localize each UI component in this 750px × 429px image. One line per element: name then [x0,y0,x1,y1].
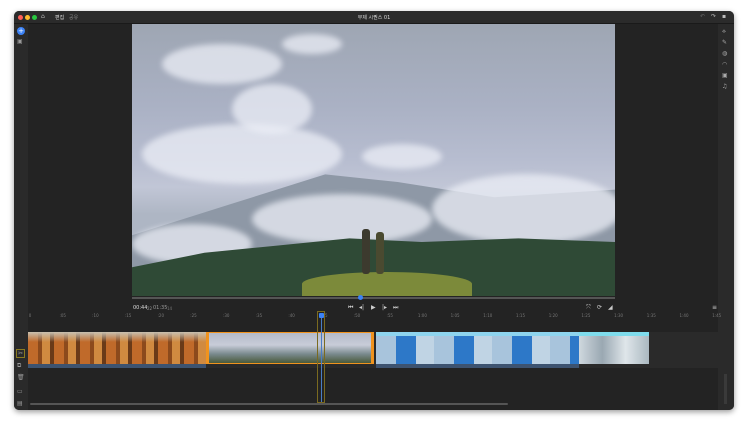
timeline-clip-snowy-river[interactable] [376,332,579,364]
ruler-tick-label: :10 [92,313,99,318]
right-toolbar: ⟡ ✎ ◍ ◠ ▣ ♫ [718,24,734,410]
step-forward-icon[interactable]: |▸ [382,304,387,311]
app-window: ⌂ 편집 공유 무제 시퀀스 01 ↶ ↷ ▪ + ▣ ✂ ⧉ 🗑 ▭ ▤ ⟡ … [14,11,734,410]
video-preview[interactable] [132,24,615,296]
ruler-tick-label: :30 [222,313,230,318]
undo-icon[interactable]: ↶ [700,13,705,20]
preview-scrubber[interactable] [132,295,615,300]
timeline-clip-snowy-trees[interactable] [579,332,649,364]
color-icon[interactable]: ◍ [722,50,727,57]
window-title: 무제 시퀀스 01 [357,15,391,21]
delete-icon[interactable]: 🗑 [17,374,25,381]
ruler-tick-label: :55 [386,313,393,318]
timeline-clip-autumn-forest[interactable] [28,332,206,364]
transitions-icon[interactable]: ⟡ [722,28,726,36]
fit-icon[interactable]: ⤧ [586,304,591,312]
ruler-tick-label: 1:15 [516,313,525,318]
timeline-ruler[interactable]: 0:05:10:15:20:25:30:35:40:45:50:55 1:00 1:… [28,313,722,321]
step-back-icon[interactable]: ◂| [359,304,364,311]
vertical-scrollbar[interactable] [724,374,727,404]
ruler-tick-label: 0 [28,313,32,318]
ruler-tick-label: :40 [288,313,295,318]
ruler-tick-label: 1:00 [417,313,427,318]
playhead[interactable] [317,311,325,403]
ruler-tick-label: :05 [59,313,66,318]
redo-icon[interactable]: ↷ [711,13,716,20]
speed-icon[interactable]: ◠ [722,61,727,68]
ruler-tick-label: 1:10 [483,313,493,318]
left-toolbar: + ▣ ✂ ⧉ 🗑 ▭ ▤ [14,24,28,410]
current-time: 00:44 [133,305,148,311]
ruler-tick-label: 1:05 [450,313,460,318]
skip-to-end-icon[interactable]: ⏭ [393,304,398,312]
ruler-tick-label: :50 [353,313,361,318]
ruler-tick-label: 1:20 [548,313,558,318]
ruler-tick-label: 1:40 [679,313,689,318]
add-media-button[interactable]: + [17,27,25,35]
crop-icon[interactable]: ▣ [722,72,728,79]
ruler-tick-label: 1:35 [646,313,656,318]
loop-icon[interactable]: ⟳ [597,304,602,311]
ruler-tick-label: 1:25 [581,313,591,318]
split-tool-icon[interactable]: ✂ [16,349,26,358]
timeline-clip-mountain-clouds[interactable] [206,332,374,364]
align-icon[interactable]: ▤ [17,400,23,407]
current-frame: 22 [147,306,153,311]
audio-icon[interactable]: ♫ [722,83,727,90]
play-icon[interactable]: ▶ [371,304,376,311]
duration: 01:35 [153,305,168,311]
title-bar: ⌂ 편집 공유 무제 시퀀스 01 ↶ ↷ ▪ [14,11,734,24]
skip-to-start-icon[interactable]: ⏮ [348,304,353,312]
duplicate-icon[interactable]: ⧉ [17,362,21,370]
ruler-tick-label: :25 [190,313,197,318]
video-track [28,332,718,368]
timeline-horizontal-scrollbar[interactable] [30,403,508,405]
detach-audio-icon[interactable]: ▭ [17,388,23,395]
scrubber-handle[interactable] [358,295,363,300]
ruler-tick-label: 1:30 [614,313,624,318]
ruler-tick-label: :15 [124,313,132,318]
effects-icon[interactable]: ✎ [722,39,727,46]
ruler-tick-label: :20 [157,313,165,318]
fullscreen-icon[interactable]: ◢ [608,304,613,311]
ruler-tick-label: 1:45 [712,313,722,318]
timeline-menu-icon[interactable]: ≡ [712,304,717,311]
ruler-tick-label: :35 [255,313,263,318]
media-icon[interactable]: ▣ [17,38,23,45]
duration-frame: 14 [167,306,173,311]
feedback-icon[interactable]: ▪ [722,13,726,20]
